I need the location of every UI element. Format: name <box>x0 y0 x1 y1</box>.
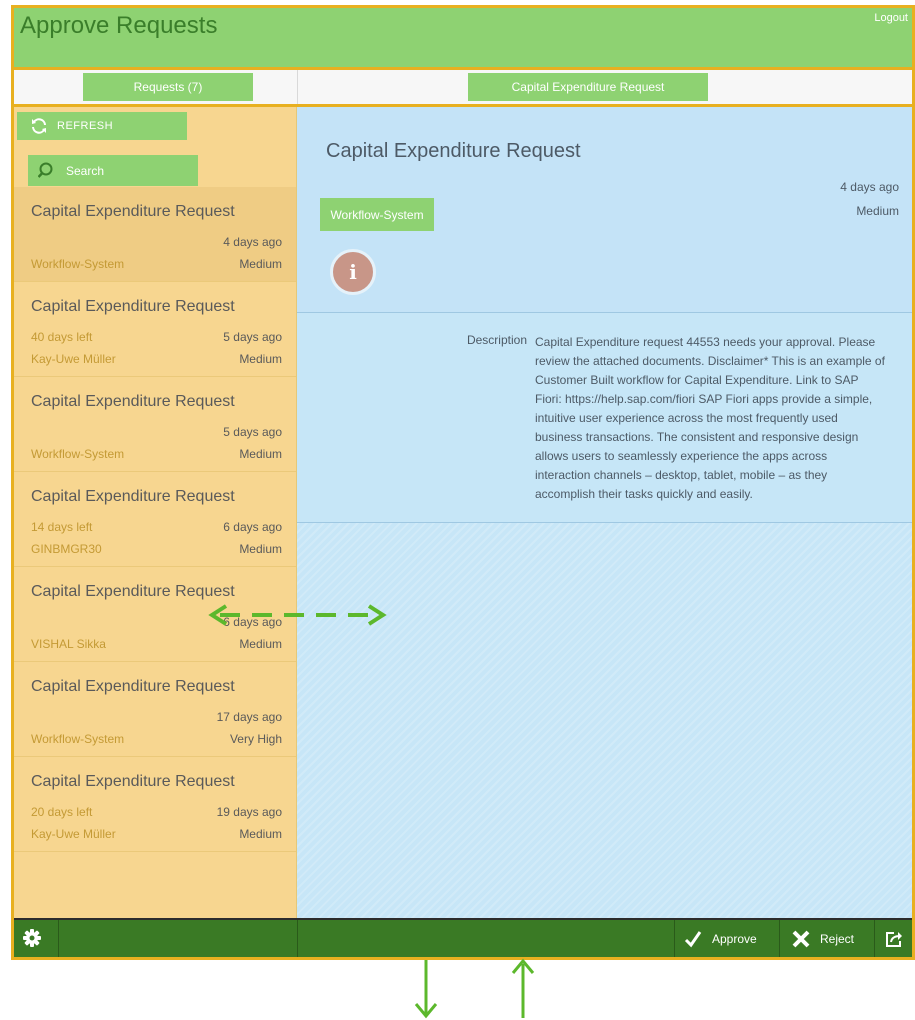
search-icon <box>38 162 53 178</box>
list-item-priority: Medium <box>239 447 282 461</box>
footer-divider <box>779 920 780 957</box>
list-item-age: 6 days ago <box>223 520 282 534</box>
list-item-age: 17 days ago <box>216 710 282 724</box>
list-item[interactable]: Capital Expenditure Request 5 days ago W… <box>14 377 296 472</box>
app-header: Approve Requests Logout <box>14 8 912 67</box>
list-item-title: Capital Expenditure Request <box>31 488 235 505</box>
list-item[interactable]: Capital Expenditure Request 20 days left… <box>14 757 296 852</box>
search-placeholder: Search <box>66 163 105 178</box>
refresh-label: REFRESH <box>57 120 114 132</box>
down-arrow <box>414 960 438 1019</box>
approve-label: Approve <box>712 932 757 946</box>
list-item-age: 5 days ago <box>223 425 282 439</box>
list-item[interactable]: Capital Expenditure Request 6 days ago V… <box>14 567 296 662</box>
description-text: Capital Expenditure request 44553 needs … <box>535 335 885 501</box>
gear-icon[interactable] <box>22 928 42 948</box>
footer-toolbar: Approve Reject <box>14 918 912 957</box>
info-icon[interactable]: i <box>330 249 376 295</box>
list-item[interactable]: Capital Expenditure Request 14 days left… <box>14 472 296 567</box>
list-item-title: Capital Expenditure Request <box>31 773 235 790</box>
list-item-priority: Medium <box>239 542 282 556</box>
description-label: Description <box>466 333 527 347</box>
detail-object-header: Capital Expenditure Request 4 days ago M… <box>297 107 912 312</box>
reject-label: Reject <box>820 932 855 946</box>
detail-page-title: Capital Expenditure Request <box>468 73 708 101</box>
list-item-title: Capital Expenditure Request <box>31 393 235 410</box>
detail-title: Capital Expenditure Request <box>326 140 581 162</box>
list-item-title: Capital Expenditure Request <box>31 298 235 315</box>
checkmark-icon <box>684 931 702 948</box>
footer-divider <box>874 920 875 957</box>
detail-age: 4 days ago <box>840 180 899 194</box>
description-section: Description Capital Expenditure request … <box>297 313 912 522</box>
list-item-creator: Kay-Uwe Müller <box>31 827 116 841</box>
share-button[interactable] <box>885 920 903 957</box>
list-item-priority: Very High <box>229 732 282 746</box>
list-item-title: Capital Expenditure Request <box>31 583 235 600</box>
list-item[interactable]: Capital Expenditure Request 40 days left… <box>14 282 296 377</box>
list-item-time-left: 14 days left <box>31 520 93 534</box>
list-item-priority: Medium <box>239 827 282 841</box>
up-arrow <box>511 958 535 1018</box>
request-list: Capital Expenditure Request 4 days ago W… <box>14 187 296 852</box>
list-item-creator: Kay-Uwe Müller <box>31 352 116 366</box>
app-frame: Approve Requests Logout Requests (7) Cap… <box>11 5 915 960</box>
refresh-button[interactable]: REFRESH <box>17 112 187 140</box>
master-list-title: Requests (7) <box>83 73 253 101</box>
list-item[interactable]: Capital Expenditure Request 17 days ago … <box>14 662 296 757</box>
description-divider <box>297 522 912 523</box>
list-item-age: 6 days ago <box>223 615 282 629</box>
list-item-time-left: 40 days left <box>31 330 93 344</box>
logout-link[interactable]: Logout <box>874 12 908 24</box>
detail-pane: Capital Expenditure Request 4 days ago M… <box>297 107 912 918</box>
list-item-priority: Medium <box>239 637 282 651</box>
subheader-bar: Requests (7) Capital Expenditure Request <box>14 67 912 107</box>
app-title: Approve Requests <box>20 12 218 39</box>
x-icon <box>792 930 810 948</box>
detail-priority: Medium <box>856 204 899 218</box>
list-item-title: Capital Expenditure Request <box>31 678 235 695</box>
subheader-divider <box>297 70 298 104</box>
detail-creator-link[interactable]: Workflow-System <box>320 198 434 231</box>
reject-button[interactable]: Reject <box>792 920 855 957</box>
list-item[interactable]: Capital Expenditure Request 4 days ago W… <box>14 187 296 282</box>
share-icon <box>886 932 902 947</box>
list-item-creator: Workflow-System <box>31 257 125 271</box>
list-item-creator: VISHAL Sikka <box>31 637 106 651</box>
footer-divider <box>58 920 59 957</box>
list-item-priority: Medium <box>239 257 282 271</box>
list-item-title: Capital Expenditure Request <box>31 203 235 220</box>
search-input[interactable]: Search <box>28 155 198 186</box>
list-item-priority: Medium <box>239 352 282 366</box>
list-item-age: 5 days ago <box>223 330 282 344</box>
approve-button[interactable]: Approve <box>684 920 757 957</box>
list-item-age: 4 days ago <box>223 235 282 249</box>
master-list-pane: REFRESH Search Capital Expenditure Reque… <box>14 107 297 918</box>
footer-divider <box>674 920 675 957</box>
list-item-age: 19 days ago <box>216 805 282 819</box>
list-item-time-left: 20 days left <box>31 805 93 819</box>
list-item-creator: GINBMGR30 <box>31 542 102 556</box>
list-item-creator: Workflow-System <box>31 732 125 746</box>
refresh-icon <box>32 118 46 134</box>
footer-divider <box>297 920 298 957</box>
list-item-creator: Workflow-System <box>31 447 125 461</box>
